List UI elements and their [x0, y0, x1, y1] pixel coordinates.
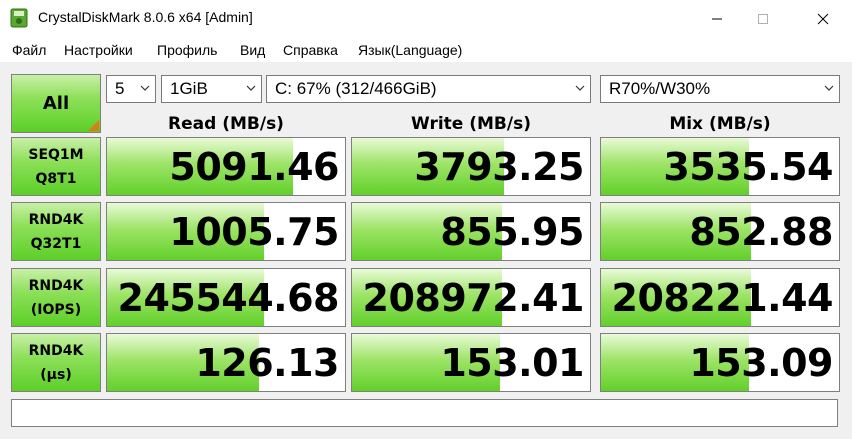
result-value: 852.88: [689, 210, 833, 254]
menu-bar: Файл Настройки Профиль Вид Справка Язык(…: [0, 38, 852, 62]
app-disk-icon: [10, 8, 28, 28]
result-cell-mix: 3535.54: [600, 137, 840, 196]
menu-help[interactable]: Справка: [283, 42, 338, 58]
row-label-line1: RND4K: [28, 277, 84, 294]
result-cell-write: 3793.25: [351, 137, 591, 196]
run-all-label: All: [42, 93, 70, 114]
result-value: 126.13: [195, 341, 339, 385]
drive-value: C: 67% (312/466GiB): [275, 79, 437, 98]
run-all-button[interactable]: All: [11, 74, 101, 133]
result-cell-mix: 153.09: [600, 333, 840, 392]
test-size-value: 1GiB: [170, 79, 208, 98]
result-value: 5091.46: [169, 145, 339, 189]
result-cell-mix: 208221.44: [600, 268, 840, 327]
read-column-header: Read (MB/s): [168, 114, 284, 134]
drive-select[interactable]: C: 67% (312/466GiB): [266, 75, 591, 103]
menu-profile[interactable]: Профиль: [157, 42, 217, 58]
result-cell-write: 153.01: [351, 333, 591, 392]
main-panel: All 5 1GiB C: 67% (312/466GiB) R70%/W30%…: [0, 62, 852, 439]
menu-view[interactable]: Вид: [240, 42, 265, 58]
close-button[interactable]: [800, 0, 846, 38]
title-bar[interactable]: CrystalDiskMark 8.0.6 x64 [Admin]: [0, 0, 852, 38]
result-value: 3535.54: [663, 145, 833, 189]
minimize-icon: [712, 18, 722, 20]
result-cell-read: 245544.68: [106, 268, 346, 327]
mix-ratio-value: R70%/W30%: [609, 79, 711, 98]
menu-language[interactable]: Язык(Language): [358, 42, 462, 58]
chevron-down-icon: [246, 85, 256, 91]
row-label-line1: RND4K: [28, 342, 84, 359]
result-value: 245544.68: [117, 276, 340, 320]
result-cell-read: 5091.46: [106, 137, 346, 196]
row-label-line2: Q32T1: [30, 235, 82, 252]
rnd4k-q32t1-button[interactable]: RND4K Q32T1: [11, 202, 101, 261]
test-count-select[interactable]: 5: [106, 75, 156, 103]
row-label-line2: Q8T1: [35, 170, 77, 187]
row-label-line1: RND4K: [28, 211, 84, 228]
chevron-down-icon: [575, 85, 585, 91]
result-value: 855.95: [440, 210, 584, 254]
result-value: 153.01: [440, 341, 584, 385]
row-label-line2: (µs): [40, 366, 72, 383]
corner-marker-icon: [88, 120, 99, 131]
chevron-down-icon: [140, 85, 150, 91]
result-cell-read: 1005.75: [106, 202, 346, 261]
rnd4k-iops-button[interactable]: RND4K (IOPS): [11, 268, 101, 327]
maximize-icon: [758, 14, 768, 24]
comment-input[interactable]: [11, 399, 838, 427]
seq1m-q8t1-button[interactable]: SEQ1M Q8T1: [11, 137, 101, 196]
result-value: 153.09: [689, 341, 833, 385]
rnd4k-latency-button[interactable]: RND4K (µs): [11, 333, 101, 392]
result-value: 208972.41: [362, 276, 585, 320]
row-label-line2: (IOPS): [30, 301, 82, 318]
mix-column-header: Mix (MB/s): [669, 114, 771, 134]
row-label-line1: SEQ1M: [28, 146, 84, 163]
result-cell-mix: 852.88: [600, 202, 840, 261]
test-size-select[interactable]: 1GiB: [161, 75, 262, 103]
maximize-button[interactable]: [740, 0, 786, 38]
result-value: 3793.25: [414, 145, 584, 189]
menu-settings[interactable]: Настройки: [64, 42, 133, 58]
close-icon: [817, 13, 829, 25]
minimize-button[interactable]: [694, 0, 740, 38]
window-title: CrystalDiskMark 8.0.6 x64 [Admin]: [38, 9, 253, 25]
write-column-header: Write (MB/s): [411, 114, 531, 134]
chevron-down-icon: [824, 85, 834, 91]
test-count-value: 5: [115, 79, 125, 98]
result-cell-read: 126.13: [106, 333, 346, 392]
mix-ratio-select[interactable]: R70%/W30%: [600, 75, 840, 103]
result-cell-write: 208972.41: [351, 268, 591, 327]
result-value: 1005.75: [169, 210, 339, 254]
result-value: 208221.44: [611, 276, 834, 320]
result-cell-write: 855.95: [351, 202, 591, 261]
menu-file[interactable]: Файл: [12, 42, 46, 58]
